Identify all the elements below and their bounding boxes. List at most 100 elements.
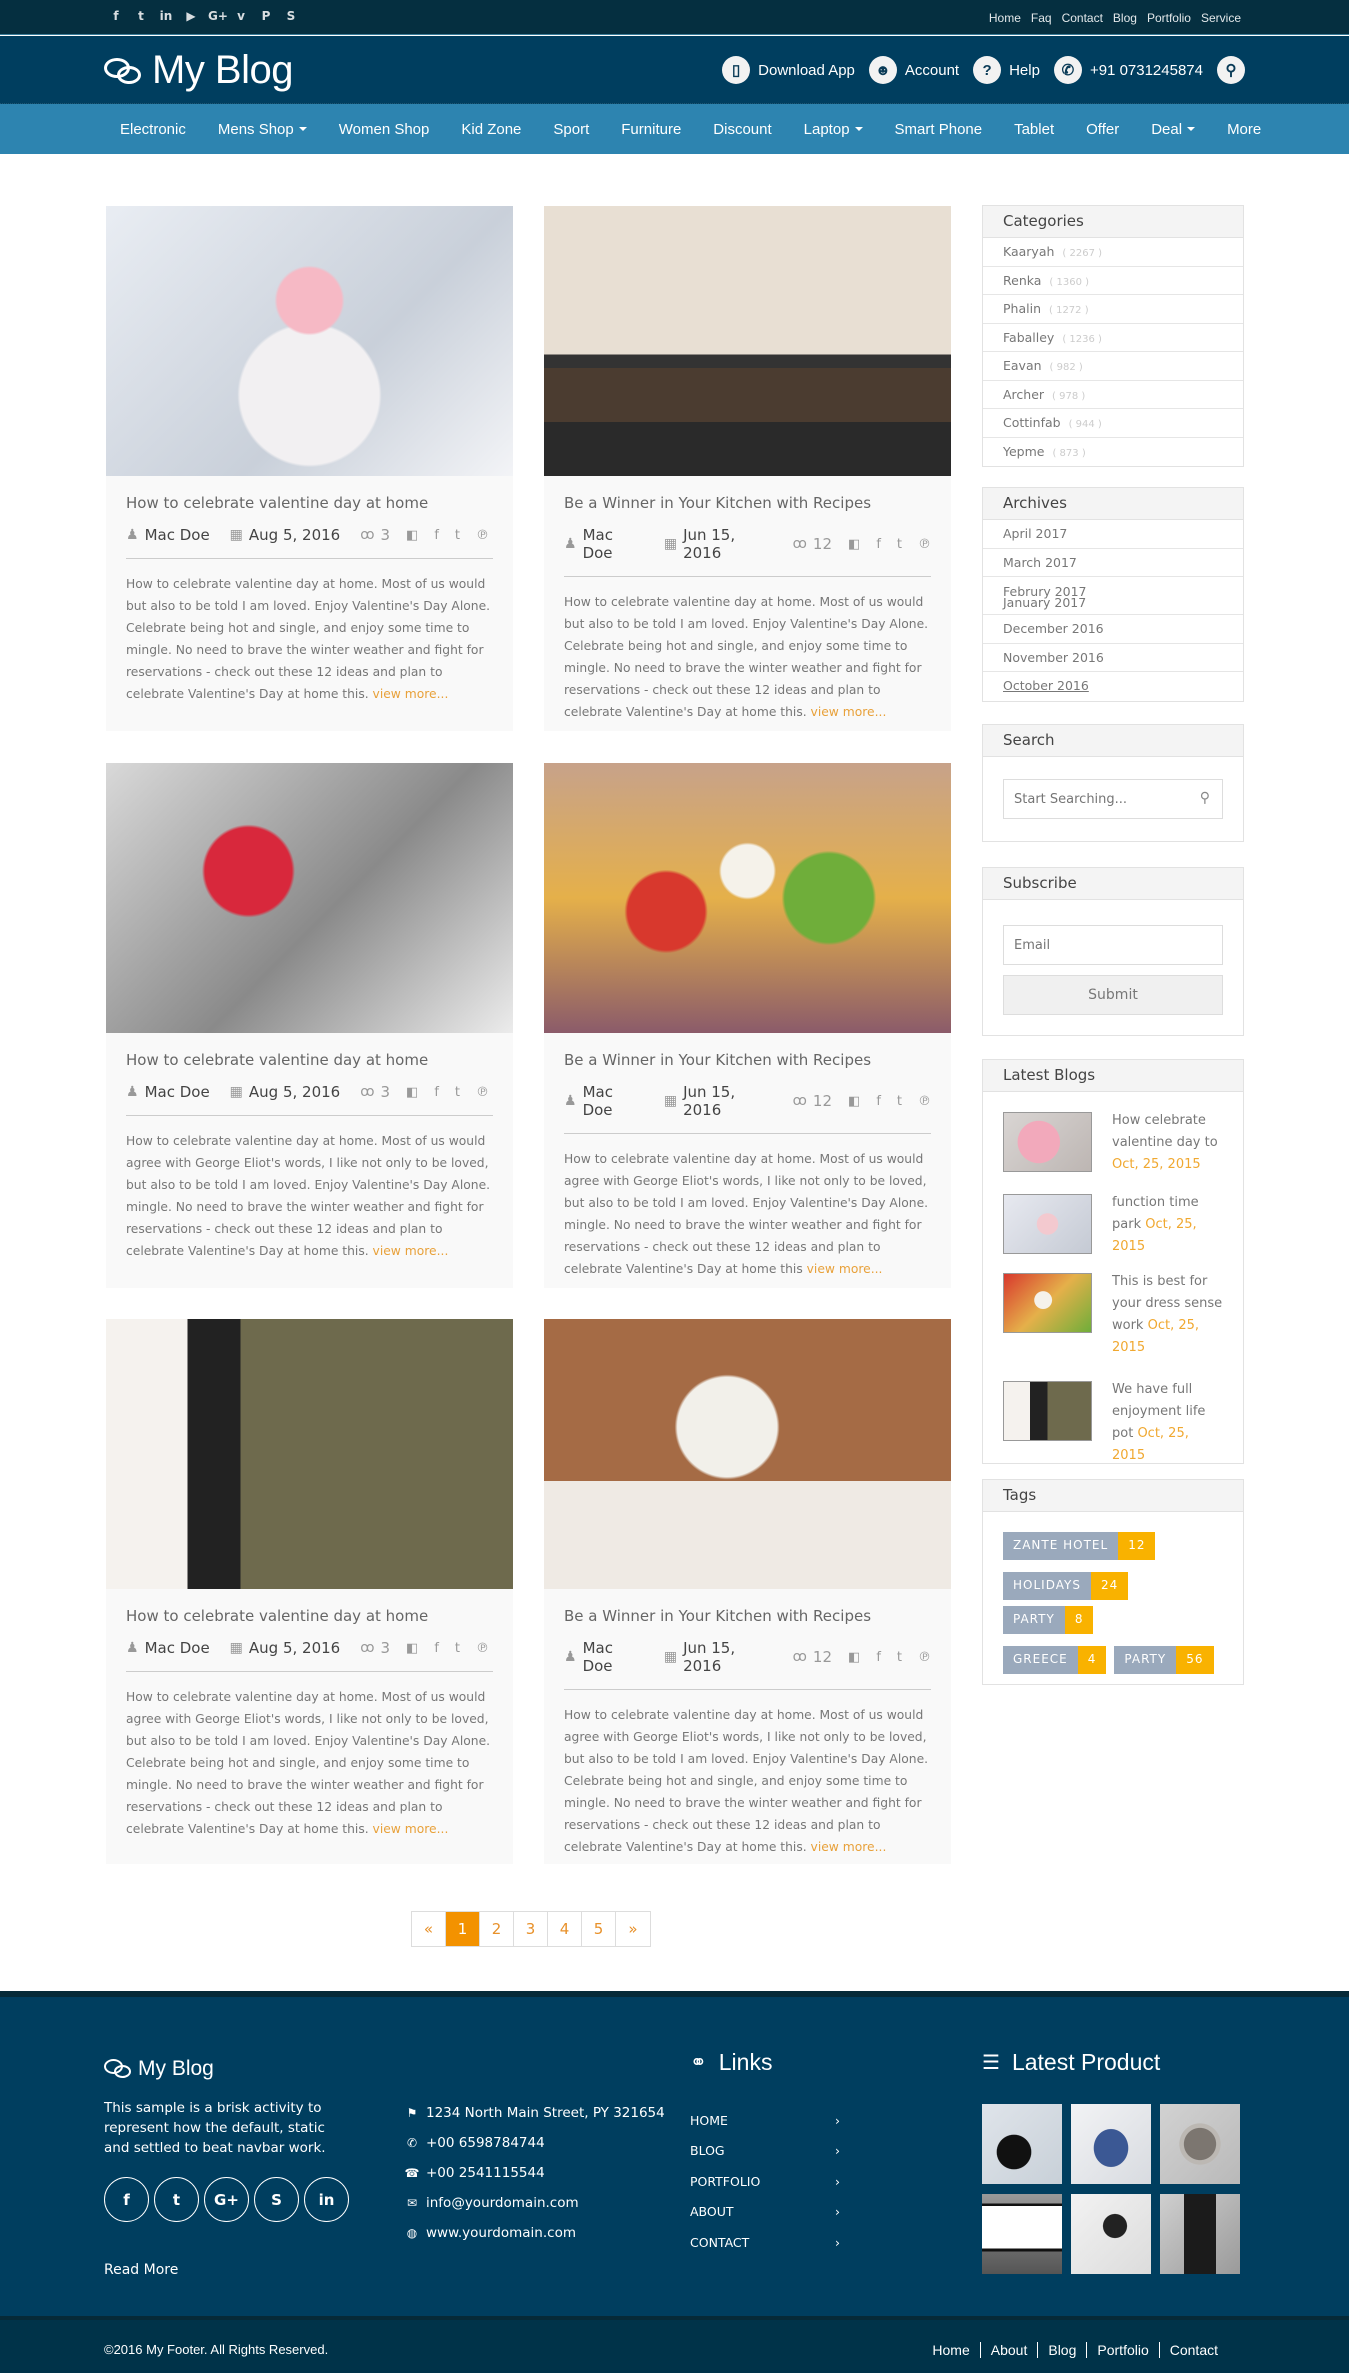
footer-link-portfolio[interactable]: PORTFOLIO › [690, 2166, 840, 2197]
nav-item-women-shop[interactable]: Women Shop [323, 121, 446, 138]
pinterest-icon[interactable]: ℗ [476, 1641, 489, 1656]
product-thumb-blender[interactable] [1160, 2194, 1240, 2274]
post-image[interactable] [544, 206, 951, 476]
email-field[interactable] [1004, 926, 1222, 964]
footer-link-contact[interactable]: CONTACT › [690, 2227, 840, 2258]
archive-item[interactable]: October 2016 [983, 672, 1243, 701]
post-title[interactable]: How to celebrate valentine day at home [126, 1051, 493, 1069]
pagination-page-2[interactable]: 2 [480, 1912, 514, 1946]
pagination-page-4[interactable]: 4 [548, 1912, 582, 1946]
sidebar-search-input[interactable] [1004, 780, 1222, 818]
post-image[interactable] [544, 763, 951, 1033]
latest-blog-item[interactable]: We have full enjoyment life pot Oct, 25,… [1003, 1381, 1223, 1467]
post-author[interactable]: Mac Doe [583, 526, 645, 562]
top-link-faq[interactable]: Faq [1031, 11, 1052, 25]
facebook-icon[interactable]: f [434, 528, 439, 543]
nav-item-smart-phone[interactable]: Smart Phone [879, 121, 999, 138]
pinterest-icon[interactable]: ℗ [918, 1094, 931, 1109]
post-image[interactable] [544, 1319, 951, 1589]
footer-logo[interactable]: My Blog [104, 2057, 214, 2081]
google-plus-icon[interactable]: G+ [204, 2177, 249, 2222]
category-item[interactable]: Eavan ( 982 ) [983, 352, 1243, 381]
category-item[interactable]: Phalin ( 1272 ) [983, 295, 1243, 324]
archive-item[interactable]: April 2017 [983, 520, 1243, 549]
share-icon[interactable]: ◧ [406, 1085, 418, 1100]
linkedin-icon[interactable]: in [158, 9, 174, 23]
latest-blog-item[interactable]: function time park Oct, 25, 2015 [1003, 1194, 1223, 1258]
nav-item-kid-zone[interactable]: Kid Zone [445, 121, 537, 138]
category-item[interactable]: Kaaryah ( 2267 ) [983, 238, 1243, 267]
view-more-link[interactable]: view more... [807, 1262, 883, 1276]
top-link-blog[interactable]: Blog [1113, 11, 1137, 25]
twitter-icon[interactable]: t [897, 537, 902, 552]
facebook-icon[interactable]: f [876, 1650, 881, 1665]
nav-item-discount[interactable]: Discount [697, 121, 787, 138]
post-image[interactable] [106, 763, 513, 1033]
twitter-icon[interactable]: t [897, 1650, 902, 1665]
footer-link-blog[interactable]: BLOG › [690, 2136, 840, 2167]
linkedin-icon[interactable]: in [304, 2177, 349, 2222]
tag-item[interactable]: GREECE 4 [1003, 1646, 1107, 1674]
skype-icon[interactable]: S [254, 2177, 299, 2222]
product-thumb-watch[interactable] [1160, 2104, 1240, 2184]
latest-blog-thumb[interactable] [1003, 1273, 1092, 1333]
view-more-link[interactable]: view more... [373, 1244, 449, 1258]
latest-blog-thumb[interactable] [1003, 1112, 1092, 1172]
product-thumb-camera[interactable] [982, 2104, 1062, 2184]
archive-item[interactable]: Februry 2017 January 2017 [983, 577, 1243, 615]
twitter-icon[interactable]: t [455, 528, 460, 543]
share-icon[interactable]: ◧ [406, 528, 418, 543]
download-app-link[interactable]: ▯ Download App [722, 56, 855, 84]
post-image[interactable] [106, 1319, 513, 1589]
footer-link-about[interactable]: ABOUT › [690, 2197, 840, 2228]
facebook-icon[interactable]: f [876, 1094, 881, 1109]
nav-item-offer[interactable]: Offer [1070, 121, 1135, 138]
top-link-contact[interactable]: Contact [1062, 11, 1103, 25]
post-title[interactable]: Be a Winner in Your Kitchen with Recipes [564, 1051, 931, 1069]
view-more-link[interactable]: view more... [373, 687, 449, 701]
skype-icon[interactable]: S [283, 9, 299, 23]
header-search-button[interactable]: ⚲ [1217, 56, 1245, 84]
comment-count[interactable]: 12 [813, 535, 832, 553]
comment-count[interactable]: 12 [813, 1092, 832, 1110]
pinterest-icon[interactable]: ℗ [476, 528, 489, 543]
facebook-icon[interactable]: f [104, 2177, 149, 2222]
bottom-link-blog[interactable]: Blog [1038, 2342, 1088, 2358]
comment-count[interactable]: 12 [813, 1648, 832, 1666]
post-title[interactable]: How to celebrate valentine day at home [126, 494, 493, 512]
share-icon[interactable]: ◧ [848, 1094, 860, 1109]
nav-item-deal[interactable]: Deal [1135, 121, 1211, 138]
tag-item[interactable]: ZANTE HOTEL 12 [1003, 1532, 1156, 1560]
bottom-link-contact[interactable]: Contact [1160, 2342, 1218, 2358]
bottom-link-about[interactable]: About [981, 2342, 1039, 2358]
tag-item[interactable]: HOLIDAYS 24 [1003, 1572, 1129, 1600]
twitter-icon[interactable]: t [897, 1094, 902, 1109]
post-author[interactable]: Mac Doe [145, 1083, 210, 1101]
post-author[interactable]: Mac Doe [583, 1639, 645, 1675]
latest-blog-item[interactable]: How celebrate valentine day to Oct, 25, … [1003, 1112, 1223, 1176]
top-link-service[interactable]: Service [1201, 11, 1241, 25]
nav-item-laptop[interactable]: Laptop [788, 121, 879, 138]
youtube-icon[interactable]: ▶ [183, 9, 199, 23]
category-item[interactable]: Faballey ( 1236 ) [983, 324, 1243, 352]
post-title[interactable]: Be a Winner in Your Kitchen with Recipes [564, 1607, 931, 1625]
tag-item[interactable]: PARTY 8 [1003, 1606, 1094, 1634]
post-author[interactable]: Mac Doe [145, 526, 210, 544]
top-link-home[interactable]: Home [989, 11, 1021, 25]
pinterest-icon[interactable]: ℗ [476, 1085, 489, 1100]
contact-email[interactable]: ✉ info@yourdomain.com [402, 2188, 665, 2218]
google-plus-icon[interactable]: G+ [208, 9, 228, 23]
archive-item[interactable]: March 2017 [983, 549, 1243, 577]
view-more-link[interactable]: view more... [811, 1840, 887, 1854]
view-more-link[interactable]: view more... [373, 1822, 449, 1836]
category-item[interactable]: Archer ( 978 ) [983, 381, 1243, 409]
comment-count[interactable]: 3 [380, 1639, 390, 1657]
site-logo[interactable]: My Blog [104, 48, 294, 93]
account-link[interactable]: ☻ Account [868, 56, 959, 84]
archive-item[interactable]: December 2016 [983, 615, 1243, 644]
footer-link-home[interactable]: HOME › [690, 2105, 840, 2136]
post-title[interactable]: How to celebrate valentine day at home [126, 1607, 493, 1625]
nav-item-tablet[interactable]: Tablet [998, 121, 1070, 138]
nav-item-sport[interactable]: Sport [537, 121, 605, 138]
nav-item-electronic[interactable]: Electronic [104, 121, 202, 138]
